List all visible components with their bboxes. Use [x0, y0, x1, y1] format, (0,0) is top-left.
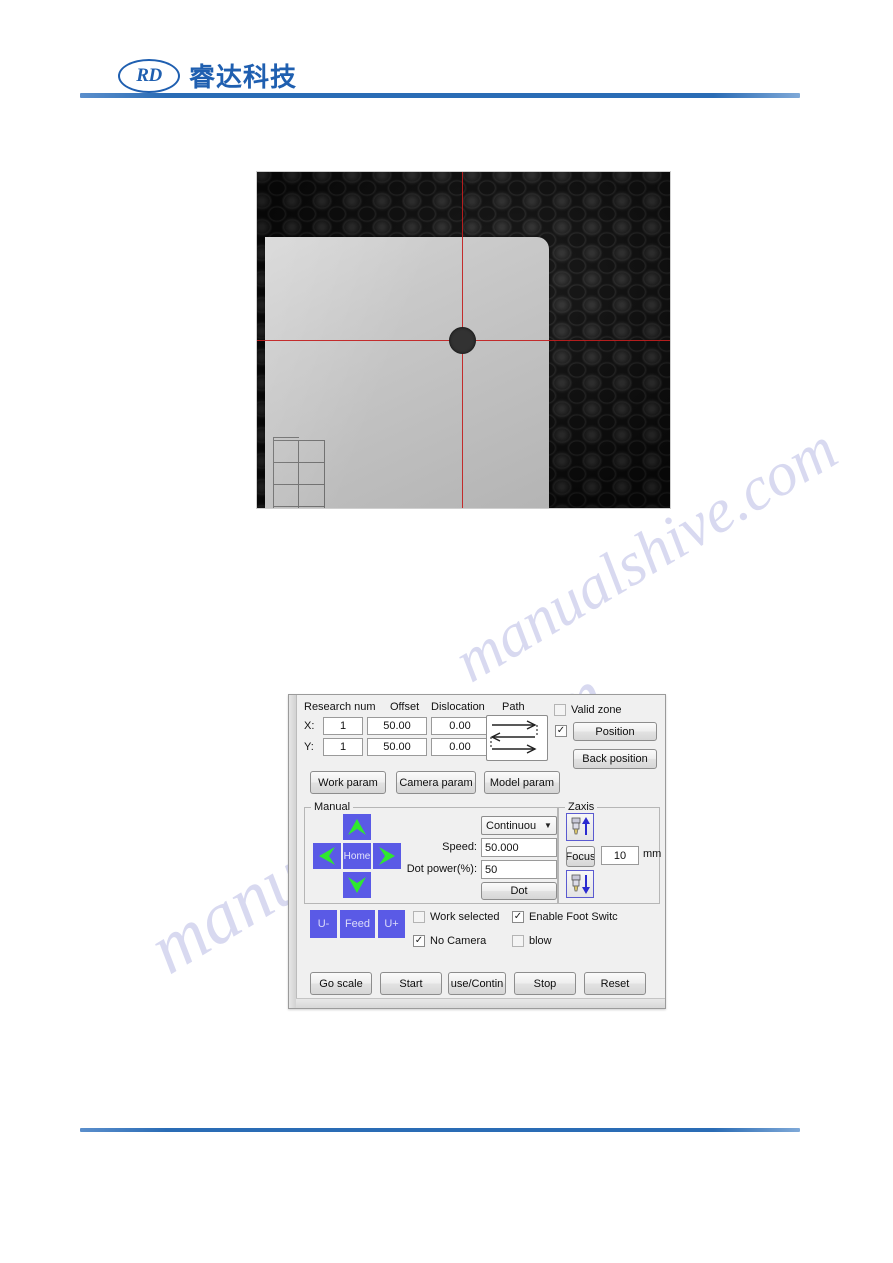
header-rule [80, 93, 800, 98]
dot-power-label: Dot power(%): [406, 863, 477, 875]
rd-logo-mark: RD [136, 65, 162, 86]
arrow-up-icon [348, 819, 366, 835]
dot-power-input[interactable] [481, 860, 557, 879]
work-param-button[interactable]: Work param [310, 771, 386, 794]
work-selected-checkbox-row[interactable]: Work selected [413, 911, 500, 923]
offset-y-input[interactable] [367, 738, 427, 756]
no-camera-label: No Camera [430, 935, 487, 947]
speed-label: Speed: [442, 841, 477, 853]
laser-head-down-icon [571, 874, 590, 894]
dislocation-x-input[interactable] [431, 717, 489, 735]
u-plus-button[interactable]: U+ [378, 910, 405, 938]
offset-x-input[interactable] [367, 717, 427, 735]
zaxis-down-button[interactable] [566, 870, 594, 898]
col-header-research-num: Research num [304, 701, 376, 713]
laser-control-panel: Research num Offset Dislocation Path X: … [288, 694, 666, 1009]
jog-down-button[interactable] [343, 872, 371, 898]
arrow-left-icon [319, 847, 335, 865]
panel-bottom-scrollbar[interactable] [296, 998, 665, 1008]
brand-logo: RD 睿达科技 [118, 57, 297, 94]
rd-logo-icon: RD [118, 58, 180, 93]
zigzag-scan-path-icon[interactable] [486, 715, 548, 761]
enable-foot-switch-checkbox[interactable]: ✓ [512, 911, 524, 923]
camera-preview [256, 171, 671, 509]
jog-dpad: Home [313, 814, 401, 898]
reset-button[interactable]: Reset [584, 972, 646, 995]
blow-label: blow [529, 935, 552, 947]
research-num-x-input[interactable] [323, 717, 363, 735]
zaxis-unit-label: mm [643, 848, 662, 860]
chevron-down-icon: ▼ [544, 821, 552, 830]
jog-mode-select[interactable]: Continuou ▼ [481, 816, 557, 835]
col-header-offset: Offset [390, 701, 420, 713]
jog-mode-value: Continuou [486, 819, 537, 832]
camera-param-button[interactable]: Camera param [396, 771, 476, 794]
registration-dot [449, 327, 476, 354]
dislocation-y-input[interactable] [431, 738, 489, 756]
start-button[interactable]: Start [380, 972, 442, 995]
jog-home-button[interactable]: Home [343, 843, 371, 869]
position-button[interactable]: Position [573, 722, 657, 741]
axis-label-x: X: [304, 720, 315, 732]
position-enable-checkbox[interactable]: ✓ [555, 725, 567, 737]
engraved-grid-marking [273, 437, 325, 508]
material-sheet [265, 237, 549, 508]
manual-group: Manual Home Continuou ▼ Speed: 50.000 Do… [304, 801, 558, 904]
research-num-y-input[interactable] [323, 738, 363, 756]
zaxis-group: Zaxis Focus mm [558, 801, 662, 904]
pause-continue-button[interactable]: use/Contin [448, 972, 506, 995]
focus-button[interactable]: Focus [566, 846, 595, 867]
jog-up-button[interactable] [343, 814, 371, 840]
no-camera-checkbox[interactable]: ✓ [413, 935, 425, 947]
dot-button[interactable]: Dot [481, 882, 557, 900]
enable-foot-switch-checkbox-row[interactable]: ✓ Enable Foot Switc [512, 911, 618, 923]
model-param-button[interactable]: Model param [484, 771, 560, 794]
no-camera-checkbox-row[interactable]: ✓ No Camera [413, 935, 486, 947]
blow-checkbox-row[interactable]: blow [512, 935, 552, 947]
arrow-down-icon [348, 877, 366, 893]
brand-name-cn: 睿达科技 [189, 63, 298, 93]
col-header-dislocation: Dislocation [431, 701, 485, 713]
zaxis-group-label: Zaxis [565, 801, 598, 813]
laser-head-up-icon [571, 817, 590, 835]
axis-label-y: Y: [304, 741, 314, 753]
work-selected-checkbox[interactable] [413, 911, 425, 923]
footer-rule [80, 1128, 800, 1132]
jog-left-button[interactable] [313, 843, 341, 869]
enable-foot-switch-label: Enable Foot Switc [529, 911, 618, 923]
stop-button[interactable]: Stop [514, 972, 576, 995]
zaxis-up-button[interactable] [566, 813, 594, 841]
speed-input[interactable] [481, 838, 557, 857]
u-minus-button[interactable]: U- [310, 910, 337, 938]
zaxis-value-input[interactable] [601, 846, 639, 865]
feed-button[interactable]: Feed [340, 910, 375, 938]
page-header: RD 睿达科技 [0, 0, 893, 100]
blow-checkbox[interactable] [512, 935, 524, 947]
manual-group-label: Manual [311, 801, 354, 813]
go-scale-button[interactable]: Go scale [310, 972, 372, 995]
col-header-path: Path [502, 701, 525, 713]
arrow-right-icon [379, 847, 395, 865]
valid-zone-checkbox-row[interactable]: Valid zone [554, 704, 622, 716]
panel-body: Research num Offset Dislocation Path X: … [296, 695, 665, 1008]
camera-preview-image [257, 172, 670, 508]
valid-zone-label: Valid zone [571, 704, 622, 716]
work-selected-label: Work selected [430, 911, 500, 923]
back-position-button[interactable]: Back position [573, 749, 657, 769]
valid-zone-checkbox[interactable] [554, 704, 566, 716]
